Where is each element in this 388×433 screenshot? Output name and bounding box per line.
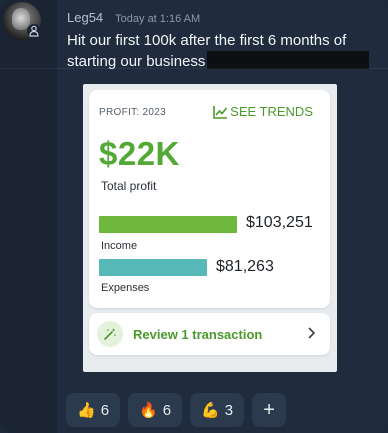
person-icon [27,24,41,38]
total-profit-label: Total profit [101,179,157,193]
profit-card: PROFIT: 2023 SEE TRENDS $22K Total profi… [89,90,330,308]
income-value: $103,251 [246,214,313,231]
redacted-text [207,51,370,69]
card-label: PROFIT: 2023 [99,107,166,118]
reaction-count: 6 [100,401,110,419]
review-label: Review 1 transaction [133,326,263,342]
reaction-thumbs-up[interactable]: 👍 6 [66,393,121,427]
chevron-right-icon [308,327,316,339]
message-text: Hit our first 100k after the first 6 mon… [67,31,379,72]
reaction-count: 3 [224,401,234,419]
trend-chart-icon [213,105,228,119]
expenses-value: $81,263 [216,258,274,275]
message-header: Leg54 Today at 1:16 AM [67,10,200,26]
username[interactable]: Leg54 [67,10,103,25]
image-attachment[interactable]: PROFIT: 2023 SEE TRENDS $22K Total profi… [83,84,337,372]
income-bar [99,216,237,233]
reaction-flexed-biceps[interactable]: 💪 3 [190,393,245,427]
divider [0,68,388,69]
fire-icon: 🔥 [139,402,158,419]
income-label: Income [101,240,138,252]
avatar-rail [0,0,57,433]
total-profit-value: $22K [99,135,180,172]
reaction-count: 6 [162,401,172,419]
magic-wand-icon [97,321,123,347]
reaction-bar: 👍 6 🔥 6 💪 3 + [66,393,287,427]
see-trends-link: SEE TRENDS [213,104,313,119]
timestamp: Today at 1:16 AM [115,13,201,25]
review-transaction-row: Review 1 transaction [89,313,330,355]
expenses-bar [99,259,207,276]
add-reaction-button[interactable]: + [252,393,287,427]
reaction-fire[interactable]: 🔥 6 [128,393,183,427]
see-trends-label: SEE TRENDS [230,104,313,119]
flexed-biceps-icon: 💪 [201,402,220,419]
chat-window: Leg54 Today at 1:16 AM Hit our first 100… [0,0,388,433]
expenses-label: Expenses [101,282,150,294]
thumbs-up-icon: 👍 [77,402,96,419]
